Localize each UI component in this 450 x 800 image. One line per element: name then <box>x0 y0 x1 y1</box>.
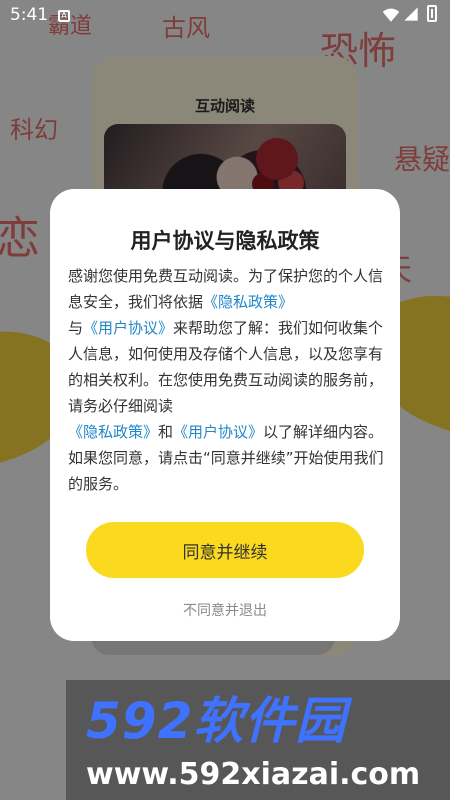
privacy-dialog: 用户协议与隐私政策 感谢您使用免费互动阅读。为了保护您的个人信息安全，我们将依据… <box>50 189 400 641</box>
dialog-text-2: 与 <box>68 319 84 337</box>
privacy-policy-link-2[interactable]: 《隐私政策》 <box>68 423 158 441</box>
user-agreement-link-2[interactable]: 《用户协议》 <box>173 423 263 441</box>
signal-icon <box>404 7 418 21</box>
decline-exit-button[interactable]: 不同意并退出 <box>50 600 400 620</box>
watermark-logo: 592软件园 <box>86 692 347 750</box>
wifi-icon <box>382 8 400 22</box>
notification-a-icon: A <box>58 10 70 22</box>
privacy-policy-link[interactable]: 《隐私政策》 <box>203 293 293 311</box>
dialog-title: 用户协议与隐私政策 <box>130 229 320 253</box>
status-bar: 5:41 A <box>0 0 450 30</box>
site-watermark: 592软件园 www.592xiazai.com <box>66 680 450 800</box>
battery-icon <box>427 5 437 22</box>
agree-continue-button[interactable]: 同意并继续 <box>86 522 364 578</box>
watermark-url: www.592xiazai.com <box>86 757 421 792</box>
status-time: 5:41 <box>10 5 49 25</box>
dialog-body: 感谢您使用免费互动阅读。为了保护您的个人信息安全，我们将依据《隐私政策》 与《用… <box>68 263 386 497</box>
user-agreement-link[interactable]: 《用户协议》 <box>83 319 173 337</box>
dialog-text-4: 和 <box>158 423 174 441</box>
